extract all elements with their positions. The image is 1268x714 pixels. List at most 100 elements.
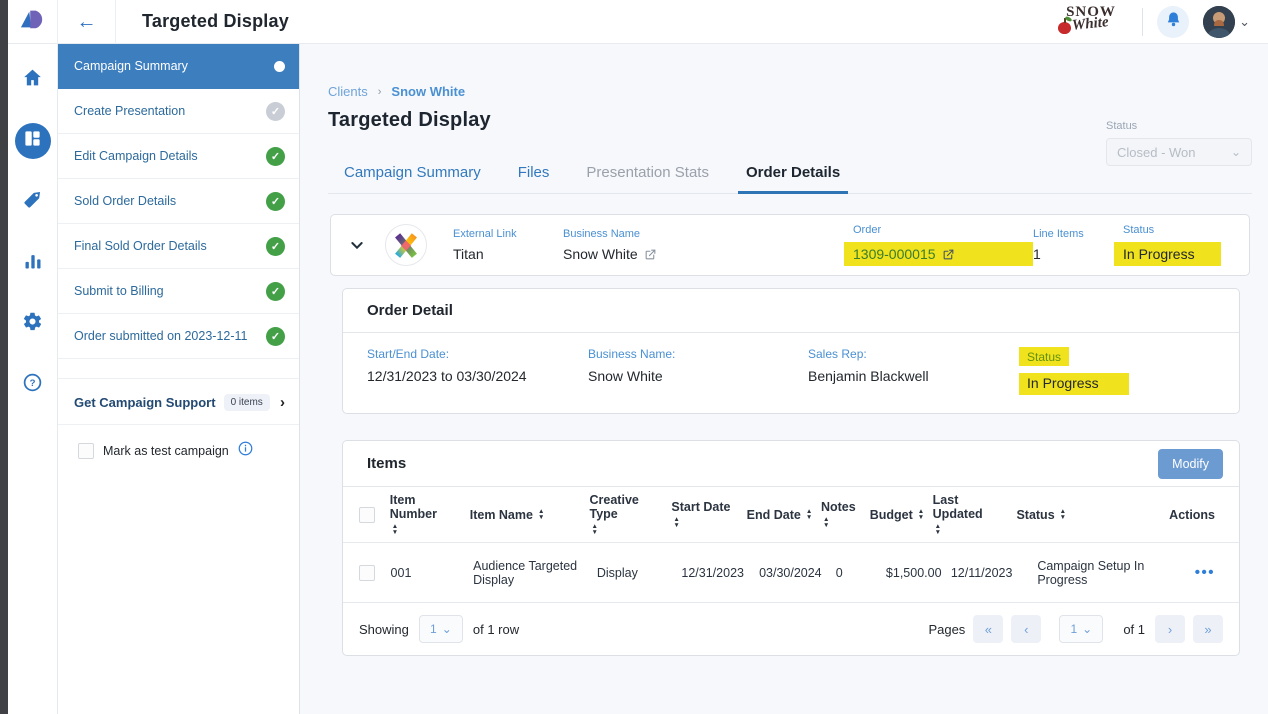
sort-icon[interactable]: ▲▼ — [392, 524, 398, 536]
business-name-link[interactable]: Snow White — [563, 246, 853, 262]
tab-files[interactable]: Files — [516, 154, 552, 193]
first-page-button[interactable]: « — [973, 615, 1003, 643]
start-end-date-label: Start/End Date: — [367, 347, 588, 361]
nav-reports-button[interactable] — [15, 245, 51, 281]
nav-help-button[interactable]: ? — [15, 367, 51, 403]
chevron-down-icon: ⌄ — [1082, 622, 1092, 636]
sidebar-item-campaign-summary[interactable]: Campaign Summary — [58, 44, 299, 89]
sort-icon[interactable]: ▲▼ — [823, 517, 829, 529]
home-icon — [22, 67, 43, 93]
support-items-badge: 0 items — [224, 394, 270, 411]
cell-notes: 0 — [836, 566, 886, 580]
back-button[interactable]: ← — [58, 0, 116, 44]
bar-chart-icon — [23, 251, 43, 276]
line-items-label: Line Items — [1033, 228, 1123, 240]
page-number-value: 1 — [1070, 622, 1077, 636]
collapse-chevron-icon[interactable] — [349, 237, 369, 253]
campaign-status-select[interactable]: Closed - Won ⌄ — [1106, 138, 1252, 166]
user-menu[interactable]: ⌄ — [1203, 6, 1250, 38]
notifications-button[interactable] — [1157, 6, 1189, 38]
sidebar-item-submit-to-billing[interactable]: Submit to Billing ✓ — [58, 269, 299, 314]
items-card: Items Modify Item Number ▲▼ Item Name ▲▼… — [342, 440, 1240, 656]
step-label: Submit to Billing — [74, 284, 266, 298]
sort-icon[interactable]: ▲▼ — [918, 509, 924, 521]
check-circle-done-icon: ✓ — [266, 327, 285, 346]
support-label: Get Campaign Support — [74, 395, 216, 410]
breadcrumb-client-link[interactable]: Snow White — [391, 84, 465, 99]
column-label: Status — [1016, 508, 1054, 522]
nav-products-button[interactable] — [15, 184, 51, 220]
row-actions-menu-button[interactable]: ••• — [1195, 564, 1215, 581]
sidebar-item-final-sold-order-details[interactable]: Final Sold Order Details ✓ — [58, 224, 299, 269]
order-number-field: Order 1309-000015 — [853, 224, 1033, 266]
order-detail-header: Order Detail — [343, 289, 1239, 333]
order-status-label: Status — [1123, 224, 1221, 236]
sort-icon[interactable]: ▲▼ — [935, 524, 941, 536]
items-title: Items — [367, 455, 406, 472]
order-accordion-header: External Link Titan Business Name Snow W… — [330, 214, 1250, 276]
column-end-date: End Date ▲▼ — [747, 508, 821, 522]
table-row: 001 Audience Targeted Display Display 12… — [343, 543, 1239, 603]
tab-presentation-stats[interactable]: Presentation Stats — [584, 154, 711, 193]
breadcrumb-clients-link[interactable]: Clients — [328, 84, 368, 99]
page-size-select[interactable]: 1 ⌄ — [419, 615, 463, 643]
tab-order-details[interactable]: Order Details — [744, 154, 842, 193]
nav-campaigns-button[interactable] — [15, 123, 51, 159]
prev-page-button[interactable]: ‹ — [1011, 615, 1041, 643]
column-last-updated: Last Updated ▲▼ — [933, 493, 1017, 536]
sidebar-item-order-submitted[interactable]: Order submitted on 2023-12-11 ✓ — [58, 314, 299, 359]
test-campaign-checkbox[interactable] — [78, 443, 94, 459]
chevron-down-icon: ⌄ — [442, 622, 452, 636]
detail-status-field: Status In Progress — [1027, 347, 1129, 395]
get-campaign-support-button[interactable]: Get Campaign Support 0 items › — [58, 381, 299, 425]
showing-label: Showing — [359, 622, 409, 637]
step-label: Campaign Summary — [74, 59, 274, 73]
next-page-button[interactable]: › — [1155, 615, 1185, 643]
column-status: Status ▲▼ — [1016, 508, 1155, 522]
cell-creative-type: Display — [597, 566, 682, 580]
page-number-select[interactable]: 1 ⌄ — [1059, 615, 1103, 643]
sort-icon[interactable]: ▲▼ — [1060, 509, 1066, 521]
sidebar-item-sold-order-details[interactable]: Sold Order Details ✓ — [58, 179, 299, 224]
sidebar-spacer — [58, 359, 299, 379]
row-checkbox[interactable] — [359, 565, 375, 581]
tab-campaign-summary[interactable]: Campaign Summary — [342, 154, 483, 193]
order-detail-body: Start/End Date: 12/31/2023 to 03/30/2024… — [343, 333, 1239, 413]
row-count-label: of 1 row — [473, 622, 519, 637]
topbar-right: SNOW White — [1056, 2, 1268, 42]
business-name-field: Business Name Snow White — [563, 228, 853, 262]
items-header: Items Modify — [343, 441, 1239, 487]
app-window: ← Targeted Display SNOW White — [0, 0, 1268, 714]
sort-icon[interactable]: ▲▼ — [673, 517, 679, 529]
order-status-badge: In Progress — [1114, 242, 1221, 266]
select-all-checkbox[interactable] — [359, 507, 375, 523]
sort-icon[interactable]: ▲▼ — [592, 524, 598, 536]
column-label: Budget — [870, 508, 913, 522]
icon-rail: ? — [8, 44, 58, 714]
column-budget: Budget ▲▼ — [870, 508, 933, 522]
app-logo[interactable] — [8, 0, 58, 44]
column-actions: Actions — [1155, 508, 1223, 522]
start-end-date-value: 12/31/2023 to 03/30/2024 — [367, 368, 588, 384]
pages-label: Pages — [928, 622, 965, 637]
sort-icon[interactable]: ▲▼ — [538, 509, 544, 521]
modify-button[interactable]: Modify — [1158, 449, 1223, 479]
order-detail-title: Order Detail — [367, 302, 453, 319]
nav-settings-button[interactable] — [15, 306, 51, 342]
order-status-field: Status In Progress — [1123, 224, 1221, 266]
detail-business-name-value: Snow White — [588, 368, 808, 384]
step-label: Edit Campaign Details — [74, 149, 266, 163]
last-page-button[interactable]: » — [1193, 615, 1223, 643]
sidebar-item-create-presentation[interactable]: Create Presentation ✓ — [58, 89, 299, 134]
nav-home-button[interactable] — [15, 62, 51, 98]
dashboard-icon — [23, 129, 42, 153]
info-icon[interactable] — [238, 441, 253, 461]
step-label: Create Presentation — [74, 104, 266, 118]
order-label: Order — [853, 224, 1033, 236]
sort-icon[interactable]: ▲▼ — [806, 509, 812, 521]
topbar: ← Targeted Display SNOW White — [8, 0, 1268, 44]
step-label: Sold Order Details — [74, 194, 266, 208]
sidebar-item-edit-campaign-details[interactable]: Edit Campaign Details ✓ — [58, 134, 299, 179]
order-detail-card: Order Detail Start/End Date: 12/31/2023 … — [342, 288, 1240, 414]
order-number-link[interactable]: 1309-000015 — [844, 242, 1033, 266]
